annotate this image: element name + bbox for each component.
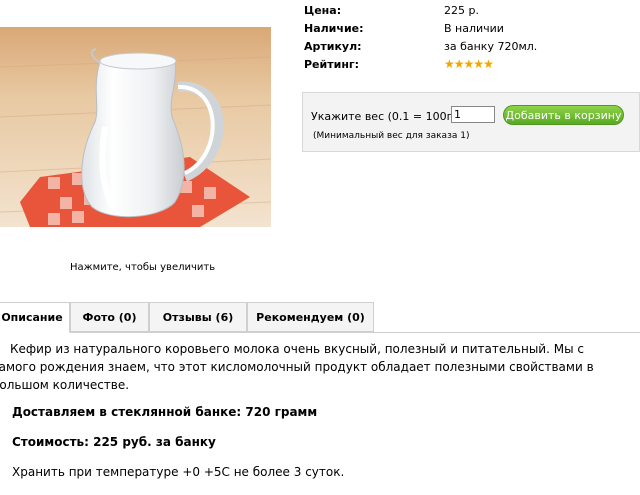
star-icon[interactable]: ★ xyxy=(464,57,475,71)
star-icon[interactable]: ★ xyxy=(444,57,455,71)
star-icon[interactable]: ★ xyxy=(473,57,484,71)
weight-label: Укажите вес (0.1 = 100гр): xyxy=(311,110,468,123)
tab-recommended[interactable]: Рекомендуем (0) xyxy=(247,302,374,332)
description-paragraph: Кефир из натурального коровьего молока о… xyxy=(0,342,594,392)
rating-label: Рейтинг: xyxy=(304,58,360,71)
availability-value: В наличии xyxy=(444,22,504,35)
star-icon[interactable]: ★ xyxy=(483,57,494,71)
order-box: Укажите вес (0.1 = 100гр): Добавить в ко… xyxy=(302,92,640,152)
tab-description[interactable]: Описание xyxy=(0,302,70,333)
product-tabs: Описание Фото (0) Отзывы (6) Рекомендуем… xyxy=(0,302,640,333)
delivery-info: Доставляем в стеклянной банке: 720 грамм xyxy=(12,405,318,419)
min-weight-note: (Минимальный вес для заказа 1) xyxy=(313,131,470,141)
kefir-jug-photo xyxy=(0,27,271,227)
sku-value: за банку 720мл. xyxy=(444,40,538,53)
star-icon[interactable]: ★ xyxy=(454,57,465,71)
tab-reviews[interactable]: Отзывы (6) xyxy=(149,302,247,332)
availability-label: Наличие: xyxy=(304,22,364,35)
rating-stars[interactable]: ★★★★★ xyxy=(444,57,494,71)
weight-input[interactable] xyxy=(451,106,495,123)
cost-info: Стоимость: 225 руб. за банку xyxy=(12,435,216,449)
product-image[interactable] xyxy=(0,27,271,227)
price-value: 225 р. xyxy=(444,4,479,17)
price-label: Цена: xyxy=(304,4,342,17)
image-zoom-hint[interactable]: Нажмите, чтобы увеличить xyxy=(70,262,215,273)
add-to-cart-button[interactable]: Добавить в корзину xyxy=(503,105,624,125)
sku-label: Артикул: xyxy=(304,40,362,53)
storage-info: Хранить при температуре +0 +5С не более … xyxy=(12,465,345,479)
tab-photo[interactable]: Фото (0) xyxy=(70,302,149,332)
